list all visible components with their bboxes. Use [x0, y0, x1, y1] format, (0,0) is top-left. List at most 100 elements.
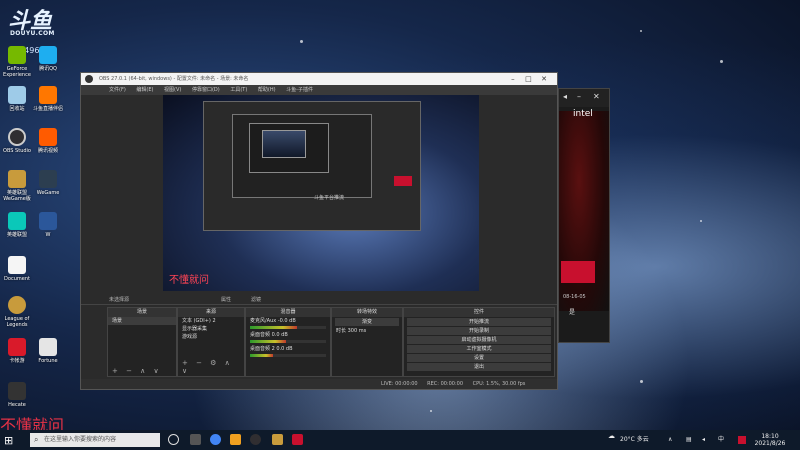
chrome-icon[interactable]	[210, 434, 221, 445]
source-item[interactable]: 文本 (GDI+) 2	[178, 317, 244, 325]
obs-preview[interactable]: 斗鱼平台推流 不懂就问	[163, 95, 479, 291]
desktop-icon-douyu[interactable]: 斗鱼直播伴侣	[33, 86, 63, 112]
taskbar-search[interactable]: ⌕ 在这里输入你要搜索的内容	[30, 433, 160, 447]
desktop-icon-lol[interactable]: League of Legends	[2, 296, 32, 328]
obs-window[interactable]: OBS 27.0.1 (64-bit, windows) - 配置文件: 未命名…	[80, 72, 558, 390]
tencent-video-icon	[39, 128, 57, 146]
studio-mode-button[interactable]: 工作室模式	[407, 345, 551, 353]
wallpaper-snowflake	[300, 40, 303, 43]
filters-button[interactable]: 滤镜	[251, 295, 261, 305]
live-timer: LIVE: 00:00:00	[381, 381, 418, 387]
weather-icon[interactable]: ☁	[608, 433, 615, 440]
lol-taskbar-icon[interactable]	[272, 434, 283, 445]
close-icon[interactable]: ✕	[593, 92, 600, 101]
recursive-obs-window: 斗鱼平台推流	[203, 101, 421, 231]
close-icon[interactable]: ✕	[537, 73, 551, 85]
desktop-icon-game[interactable]: 英雄联盟	[2, 212, 32, 238]
taskbar-app-icon[interactable]	[190, 434, 201, 445]
ime-indicator[interactable]: 中	[718, 436, 724, 443]
desktop-icon-obs[interactable]: OBS Studio	[2, 128, 32, 154]
clock[interactable]: 18:10 2021/8/26	[752, 433, 788, 447]
recursive-obs-window-4	[262, 130, 306, 158]
game-date: 08-16-05	[563, 294, 586, 300]
desktop-icon-geforce[interactable]: GeForce Experience	[2, 46, 32, 78]
tray-up-arrow-icon[interactable]: ∧	[668, 436, 672, 443]
geforce-experience-icon	[8, 46, 26, 64]
desktop-icon-label: Document	[4, 276, 30, 282]
wallpaper-snowflake	[430, 410, 432, 412]
clock-date: 2021/8/26	[754, 440, 786, 447]
game-icon	[8, 212, 26, 230]
virtual-camera-button[interactable]: 启动虚拟摄像机	[407, 336, 551, 344]
audio-mixer-dock: 混音器 麦克风/Aux -0.0 dB 桌面音频 0.0 dB 桌面音频 2 0…	[245, 307, 331, 377]
desktop-icon-tencent[interactable]: 腾讯QQ	[33, 46, 63, 72]
game-taskbar-icon[interactable]	[292, 434, 303, 445]
obs-taskbar-icon[interactable]	[250, 434, 261, 445]
scene-item[interactable]: 场景	[108, 317, 176, 325]
windows-start-icon[interactable]: ⊞	[4, 434, 13, 447]
exit-button[interactable]: 退出	[407, 363, 551, 371]
desktop-icon-label: 英雄联盟 WeGame版	[3, 190, 31, 202]
desktop-icon-label: GeForce Experience	[3, 66, 31, 78]
menu-edit[interactable]: 编辑(E)	[136, 87, 153, 93]
settings-button[interactable]: 设置	[407, 354, 551, 362]
recycle-bin-icon	[8, 86, 26, 104]
play-button[interactable]	[561, 261, 595, 283]
audio-meter-level	[250, 354, 273, 357]
menu-help[interactable]: 帮助(H)	[258, 87, 276, 93]
tencent-app-icon	[39, 46, 57, 64]
menu-view[interactable]: 视图(V)	[164, 87, 181, 93]
desktop-icon-recycle[interactable]: 回收站	[2, 86, 32, 112]
obs-app-icon	[85, 75, 93, 83]
file-explorer-icon[interactable]	[230, 434, 241, 445]
transition-duration[interactable]: 时长 300 ms	[332, 327, 402, 335]
maximize-icon[interactable]: □	[521, 73, 535, 85]
desktop-icon-document[interactable]: Document	[2, 256, 32, 282]
minimize-icon[interactable]: –	[506, 73, 520, 85]
menu-douyu-plugin[interactable]: 斗鱼-子插件	[286, 87, 313, 93]
menu-docks[interactable]: 停靠窗口(D)	[192, 87, 220, 93]
menu-tools[interactable]: 工具(T)	[230, 87, 247, 93]
desktop-icon-wegame-launcher[interactable]: WeGame	[33, 170, 63, 196]
taskbar: ⊞ ⌕ 在这里输入你要搜索的内容 ☁ 20°C 多云 ∧ ▤ ◂ 中 18:10…	[0, 430, 800, 450]
desktop-icon-label: 回收站	[9, 106, 25, 112]
scenes-dock: 场景 场景 + − ∧ ∨	[107, 307, 177, 377]
scene-controls[interactable]: + − ∧ ∨	[112, 367, 162, 375]
source-item[interactable]: 显示器采集	[178, 325, 244, 333]
desktop-icon-redtool[interactable]: 卡帐游	[2, 338, 32, 364]
weather-text[interactable]: 20°C 多云	[620, 436, 649, 443]
obs-titlebar[interactable]: OBS 27.0.1 (64-bit, windows) - 配置文件: 未命名…	[81, 73, 557, 85]
start-recording-button[interactable]: 开始录制	[407, 327, 551, 335]
desktop-icon-label: W	[45, 232, 51, 238]
audio-meter[interactable]	[250, 354, 326, 357]
desktop-icon-fortune[interactable]: Fortune	[33, 338, 63, 364]
desktop-icon-tencent-video[interactable]: 腾讯视频	[33, 128, 63, 154]
game-confirm-label[interactable]: 是	[569, 307, 575, 316]
tray-app-icon[interactable]	[738, 436, 746, 444]
task-view-icon[interactable]	[168, 434, 179, 445]
desktop-icon-label: WeGame	[36, 190, 60, 196]
search-icon: ⌕	[34, 435, 39, 444]
game-client-window[interactable]: ◂ – ✕ intel 08-16-05 是	[558, 88, 610, 343]
desktop-icon-word[interactable]: W	[33, 212, 63, 238]
network-icon[interactable]: ▤	[686, 436, 692, 443]
wallpaper-snowflake	[640, 30, 642, 32]
transition-select[interactable]: 渐变	[335, 318, 399, 326]
sources-dock-title: 来源	[178, 308, 244, 317]
cpu-fps: CPU: 1.5%, 30.00 fps	[472, 381, 526, 387]
start-streaming-button[interactable]: 开始推流	[407, 318, 551, 326]
source-controls[interactable]: + − ⚙ ∧ ∨	[182, 359, 244, 375]
logo-subtext: DOUYU.COM	[10, 30, 55, 37]
properties-button[interactable]: 属性	[221, 295, 231, 305]
audio-meter[interactable]	[250, 326, 326, 329]
volume-icon[interactable]: ◂	[702, 436, 705, 443]
desktop-icon-hecate[interactable]: Hecate	[2, 382, 32, 408]
audio-meter[interactable]	[250, 340, 326, 343]
minimize-icon[interactable]: –	[577, 92, 581, 101]
volume-icon[interactable]: ◂	[563, 92, 567, 101]
source-item[interactable]: 游戏源	[178, 333, 244, 341]
menu-file[interactable]: 文件(F)	[109, 87, 126, 93]
obs-menubar: 文件(F) 编辑(E) 视图(V) 停靠窗口(D) 工具(T) 帮助(H) 斗鱼…	[81, 85, 557, 95]
desktop-icon-wegame[interactable]: 英雄联盟 WeGame版	[2, 170, 32, 202]
scenes-dock-title: 场景	[108, 308, 176, 317]
